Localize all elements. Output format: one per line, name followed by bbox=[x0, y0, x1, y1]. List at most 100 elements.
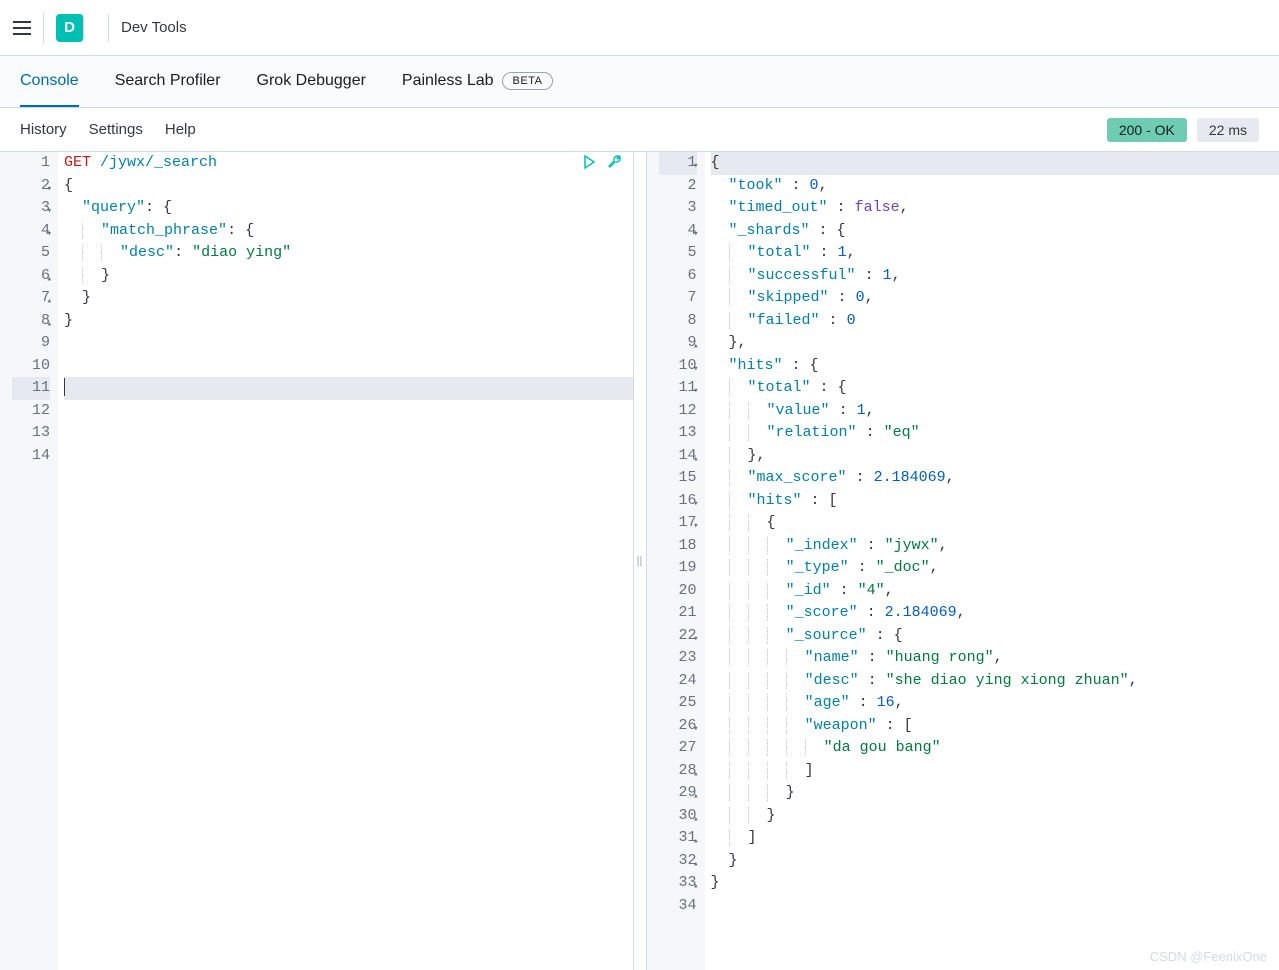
line-number: 13 bbox=[12, 422, 50, 445]
line-number: 22▾ bbox=[659, 625, 697, 648]
toolbar-right: 200 - OK 22 ms bbox=[1107, 118, 1259, 142]
code-line: } bbox=[711, 782, 1279, 805]
code-line bbox=[64, 422, 633, 445]
line-number: 4▾ bbox=[12, 220, 50, 243]
code-line: "value" : 1, bbox=[711, 400, 1279, 423]
line-number: 3▾ bbox=[12, 197, 50, 220]
code-line: "failed" : 0 bbox=[711, 310, 1279, 333]
code-line: "successful" : 1, bbox=[711, 265, 1279, 288]
toolbar-help[interactable]: Help bbox=[165, 121, 196, 138]
line-number: 9▴ bbox=[659, 332, 697, 355]
logo-wrap: D bbox=[56, 14, 109, 42]
tab-label: Console bbox=[20, 72, 79, 90]
line-number: 20 bbox=[659, 580, 697, 603]
request-gutter: 12▾3▾4▾56▴7▴8▴91011121314 bbox=[0, 152, 58, 970]
code-line bbox=[711, 895, 1279, 918]
code-line: GET /jywx/_search bbox=[64, 152, 633, 175]
line-number: 12 bbox=[659, 400, 697, 423]
code-line: { bbox=[64, 175, 633, 198]
code-line bbox=[64, 400, 633, 423]
code-line: } bbox=[711, 805, 1279, 828]
line-number: 7▴ bbox=[12, 287, 50, 310]
code-line: "name" : "huang rong", bbox=[711, 647, 1279, 670]
request-pane[interactable]: 12▾3▾4▾56▴7▴8▴91011121314 GET /jywx/_sea… bbox=[0, 152, 633, 970]
response-code: { "took" : 0, "timed_out" : false, "_sha… bbox=[705, 152, 1279, 970]
line-number: 19 bbox=[659, 557, 697, 580]
line-number: 10▾ bbox=[659, 355, 697, 378]
line-number: 5 bbox=[12, 242, 50, 265]
line-number: 2 bbox=[659, 175, 697, 198]
line-number: 1 bbox=[12, 152, 50, 175]
line-number: 14▴ bbox=[659, 445, 697, 468]
line-number: 26▾ bbox=[659, 715, 697, 738]
code-line bbox=[64, 355, 633, 378]
code-line: "_id" : "4", bbox=[711, 580, 1279, 603]
code-line: "total" : 1, bbox=[711, 242, 1279, 265]
code-line bbox=[64, 445, 633, 468]
response-pane[interactable]: 1▾234▾56789▴10▾11▾121314▴1516▾17▾1819202… bbox=[647, 152, 1279, 970]
code-line: "hits" : [ bbox=[711, 490, 1279, 513]
code-line: } bbox=[64, 287, 633, 310]
code-line: } bbox=[711, 872, 1279, 895]
code-line: { bbox=[711, 152, 1279, 175]
code-line: "_score" : 2.184069, bbox=[711, 602, 1279, 625]
line-number: 32▴ bbox=[659, 850, 697, 873]
line-number: 34 bbox=[659, 895, 697, 918]
toolbar: History Settings Help 200 - OK 22 ms bbox=[0, 108, 1279, 152]
line-number: 24 bbox=[659, 670, 697, 693]
line-number: 17▾ bbox=[659, 512, 697, 535]
code-line: "total" : { bbox=[711, 377, 1279, 400]
code-line: "relation" : "eq" bbox=[711, 422, 1279, 445]
page-title: Dev Tools bbox=[121, 19, 187, 36]
toolbar-history[interactable]: History bbox=[20, 121, 67, 138]
line-number: 2▾ bbox=[12, 175, 50, 198]
tab-bar: Console Search Profiler Grok Debugger Painl… bbox=[0, 56, 1279, 108]
line-number: 29▴ bbox=[659, 782, 697, 805]
line-number: 30▴ bbox=[659, 805, 697, 828]
line-number: 25 bbox=[659, 692, 697, 715]
code-line: ] bbox=[711, 827, 1279, 850]
code-line: { bbox=[711, 512, 1279, 535]
code-line: "_type" : "_doc", bbox=[711, 557, 1279, 580]
line-number: 18 bbox=[659, 535, 697, 558]
menu-button[interactable] bbox=[12, 12, 44, 44]
tab-label: Grok Debugger bbox=[257, 72, 366, 90]
code-line: "_source" : { bbox=[711, 625, 1279, 648]
code-line: "desc": "diao ying" bbox=[64, 242, 633, 265]
tab-console[interactable]: Console bbox=[20, 56, 79, 107]
toolbar-left: History Settings Help bbox=[20, 121, 196, 138]
line-number: 28▴ bbox=[659, 760, 697, 783]
line-number: 8 bbox=[659, 310, 697, 333]
code-line: "timed_out" : false, bbox=[711, 197, 1279, 220]
code-line: }, bbox=[711, 332, 1279, 355]
response-gutter: 1▾234▾56789▴10▾11▾121314▴1516▾17▾1819202… bbox=[647, 152, 705, 970]
play-icon[interactable] bbox=[581, 154, 597, 179]
toolbar-settings[interactable]: Settings bbox=[89, 121, 143, 138]
line-number: 1▾ bbox=[659, 152, 697, 175]
app-logo[interactable]: D bbox=[56, 14, 84, 42]
line-number: 5 bbox=[659, 242, 697, 265]
line-number: 33▴ bbox=[659, 872, 697, 895]
line-number: 11▾ bbox=[659, 377, 697, 400]
code-line: "desc" : "she diao ying xiong zhuan", bbox=[711, 670, 1279, 693]
line-number: 10 bbox=[12, 355, 50, 378]
status-badge: 200 - OK bbox=[1107, 118, 1187, 142]
tab-grok-debugger[interactable]: Grok Debugger bbox=[257, 56, 366, 107]
line-number: 16▾ bbox=[659, 490, 697, 513]
line-number: 8▴ bbox=[12, 310, 50, 333]
line-number: 4▾ bbox=[659, 220, 697, 243]
code-line: "match_phrase": { bbox=[64, 220, 633, 243]
code-line: "weapon" : [ bbox=[711, 715, 1279, 738]
request-actions bbox=[581, 154, 623, 179]
code-line: } bbox=[64, 265, 633, 288]
code-line: "hits" : { bbox=[711, 355, 1279, 378]
code-line bbox=[64, 377, 633, 400]
line-number: 13 bbox=[659, 422, 697, 445]
code-line: } bbox=[711, 850, 1279, 873]
request-code[interactable]: GET /jywx/_search{ "query": { "match_phr… bbox=[58, 152, 633, 970]
tab-painless-lab[interactable]: Painless LabBETA bbox=[402, 56, 554, 107]
pane-divider[interactable]: || bbox=[633, 152, 647, 970]
tab-search-profiler[interactable]: Search Profiler bbox=[115, 56, 221, 107]
code-line: } bbox=[64, 310, 633, 333]
wrench-icon[interactable] bbox=[607, 154, 623, 179]
